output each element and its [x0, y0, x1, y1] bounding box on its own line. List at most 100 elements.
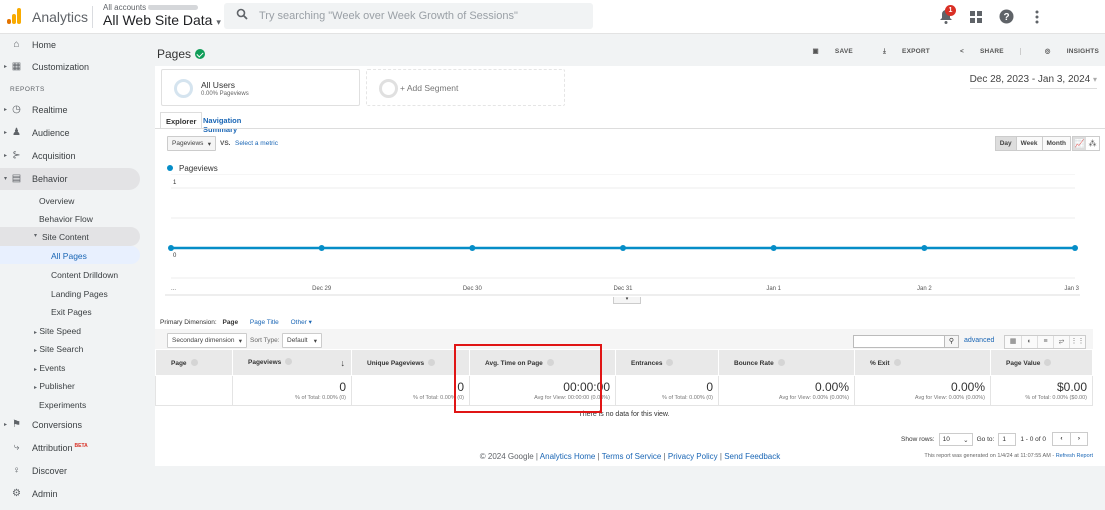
- sidebar-item-home[interactable]: ⌂ Home: [0, 34, 140, 56]
- acquisition-icon: ⊱: [12, 150, 21, 161]
- sidebar-item-customization[interactable]: ▸ ▦ Customization: [0, 56, 140, 78]
- sidebar-item-acquisition[interactable]: ▸ ⊱ Acquisition: [0, 145, 140, 167]
- sidebar-item-landing-pages[interactable]: Landing Pages: [51, 289, 108, 299]
- column-header-bounce-rate[interactable]: Bounce Rate: [718, 349, 855, 376]
- tab-navigation-summary[interactable]: Navigation Summary: [198, 112, 246, 134]
- insights-button[interactable]: ◎ INSIGHTS: [1019, 48, 1099, 55]
- segment-all-users[interactable]: All Users 0.00% Pageviews: [161, 69, 360, 106]
- more-vert-icon[interactable]: [1029, 7, 1047, 25]
- column-header-entrances[interactable]: Entrances: [615, 349, 719, 376]
- column-header-exit[interactable]: % Exit: [854, 349, 991, 376]
- advanced-filter-link[interactable]: advanced: [964, 337, 994, 344]
- select-metric-link[interactable]: Select a metric: [235, 140, 278, 147]
- pie-chart-icon[interactable]: ◐: [1021, 336, 1037, 348]
- total-cell: $0.00% of Total: 0.00% ($0.00): [990, 375, 1093, 406]
- data-table-icon[interactable]: ▦: [1005, 336, 1021, 348]
- sidebar-item-site-search[interactable]: ▸ Site Search: [34, 344, 83, 354]
- sidebar-item-experiments[interactable]: Experiments: [39, 400, 86, 410]
- account-label: All accounts: [103, 3, 147, 12]
- line-chart-icon[interactable]: 📈: [1073, 137, 1086, 150]
- tab-explorer[interactable]: Explorer: [160, 112, 203, 129]
- sidebar-item-site-speed[interactable]: ▸ Site Speed: [34, 326, 81, 336]
- date-range-picker[interactable]: Dec 28, 2023 - Jan 3, 2024 ▾: [969, 74, 1097, 89]
- sidebar-label: Site Search: [39, 344, 84, 354]
- sidebar-item-admin[interactable]: ⚙ Admin: [0, 483, 140, 505]
- prev-page-button[interactable]: ‹: [1053, 433, 1070, 445]
- sidebar-item-exit-pages[interactable]: Exit Pages: [51, 307, 92, 317]
- sidebar-item-realtime[interactable]: ▸ ◷ Realtime: [0, 99, 140, 121]
- export-button[interactable]: ⤓ EXPORT: [869, 48, 930, 55]
- sidebar-item-behavior[interactable]: ▾ ▤ Behavior: [0, 168, 140, 190]
- granularity-month[interactable]: Month: [1041, 137, 1070, 150]
- no-data-message: There is no data for this view.: [578, 411, 670, 418]
- dimension-page[interactable]: Page: [223, 319, 239, 326]
- sidebar-label: Home: [32, 40, 57, 50]
- sidebar-item-attribution[interactable]: ⤷ Attribution BETA: [0, 437, 140, 459]
- sidebar-item-discover[interactable]: ♀ Discover: [0, 460, 140, 482]
- column-header-page[interactable]: Page: [155, 349, 233, 376]
- footer-link-privacy[interactable]: Privacy Policy: [668, 452, 718, 461]
- sidebar-item-behavior-flow[interactable]: Behavior Flow: [39, 214, 93, 224]
- goto-input[interactable]: 1: [998, 432, 1017, 446]
- column-header-page-value[interactable]: Page Value: [990, 349, 1093, 376]
- save-button[interactable]: ▣ SAVE: [799, 48, 853, 55]
- report-actions: ▣ SAVE ⤓ EXPORT < SHARE ◎ INSIGHTS: [785, 47, 1099, 56]
- pageviews-line-chart: 1 0 ... Dec 29 Dec 30 Dec 31 Jan 1 Jan 2 Jan 3: [165, 174, 1080, 296]
- sidebar-label: Events: [39, 363, 66, 373]
- row-range: 1 - 0 of 0: [1020, 435, 1046, 443]
- pivot-icon[interactable]: ⋮⋮: [1069, 336, 1085, 348]
- behavior-icon: ▤: [11, 173, 22, 184]
- column-label: Bounce Rate: [734, 359, 774, 367]
- add-segment-button[interactable]: + Add Segment: [366, 69, 565, 106]
- sidebar-item-events[interactable]: ▸ Events: [34, 363, 65, 373]
- notifications-button[interactable]: 1: [939, 5, 957, 25]
- sidebar-item-content-drilldown[interactable]: Content Drilldown: [51, 270, 118, 280]
- motion-chart-icon[interactable]: ⁂: [1086, 137, 1099, 150]
- dimension-page-title[interactable]: Page Title: [250, 319, 279, 326]
- account-breadcrumb[interactable]: All accounts >: [103, 3, 153, 12]
- primary-dimension-label: Primary Dimension:: [160, 319, 217, 326]
- attribution-icon: ⤷: [13, 442, 20, 453]
- sidebar-item-audience[interactable]: ▸ ♟ Audience: [0, 122, 140, 144]
- show-rows-select[interactable]: 10 ⌄: [938, 432, 973, 446]
- metric-select[interactable]: Pageviews ▾: [167, 136, 216, 151]
- footer-link-analytics-home[interactable]: Analytics Home: [540, 452, 596, 461]
- table-search-button[interactable]: ⚲: [944, 335, 959, 348]
- help-icon: [428, 358, 436, 366]
- secondary-dimension-select[interactable]: Secondary dimension ▾: [167, 333, 247, 348]
- granularity-day[interactable]: Day: [995, 137, 1016, 150]
- caret-down-icon: ▾: [34, 233, 38, 239]
- totals-row: 0% of Total: 0.00% (0) 0% of Total: 0.00…: [155, 375, 1093, 406]
- granularity-week[interactable]: Week: [1015, 137, 1042, 150]
- column-header-pageviews[interactable]: Pageviews ↓: [232, 349, 352, 376]
- property-selector[interactable]: All Web Site Data ▾: [103, 12, 221, 28]
- sidebar-item-site-content[interactable]: ▾ Site Content: [0, 227, 140, 246]
- column-header-unique-pageviews[interactable]: Unique Pageviews: [351, 349, 470, 376]
- sidebar-item-all-pages[interactable]: All Pages: [0, 246, 140, 264]
- beta-badge: BETA: [74, 443, 88, 449]
- footer-link-terms[interactable]: Terms of Service: [602, 452, 662, 461]
- next-page-button[interactable]: ›: [1070, 433, 1087, 445]
- sidebar-item-overview[interactable]: Overview: [39, 196, 74, 206]
- sidebar-item-conversions[interactable]: ▸ ⚑ Conversions: [0, 414, 140, 436]
- caret-right-icon: ▸: [4, 153, 8, 159]
- search-bar[interactable]: Try searching "Week over Week Growth of …: [224, 3, 593, 29]
- total-value: 0: [706, 380, 713, 394]
- report-panel: All Users 0.00% Pageviews + Add Segment …: [155, 66, 1105, 466]
- sort-type-select[interactable]: Default ▾: [282, 333, 322, 348]
- sidebar-item-publisher[interactable]: ▸ Publisher: [34, 381, 75, 391]
- annotation-highlight-box: [454, 344, 602, 413]
- table-search-input[interactable]: [853, 335, 945, 348]
- dimension-other[interactable]: Other ▾: [291, 319, 312, 326]
- comparison-icon[interactable]: ⥂: [1053, 336, 1069, 348]
- chart-collapse-handle[interactable]: ▾: [613, 297, 641, 304]
- apps-icon[interactable]: [969, 7, 987, 25]
- save-label: SAVE: [834, 48, 853, 55]
- share-button[interactable]: < SHARE: [946, 48, 1004, 55]
- help-icon[interactable]: ?: [999, 7, 1017, 25]
- performance-icon[interactable]: ≡: [1037, 336, 1053, 348]
- footer-link-feedback[interactable]: Send Feedback: [724, 452, 780, 461]
- column-label: Pageviews: [248, 358, 282, 366]
- property-name: All Web Site Data: [103, 12, 213, 28]
- lightbulb-icon: ♀: [12, 465, 21, 476]
